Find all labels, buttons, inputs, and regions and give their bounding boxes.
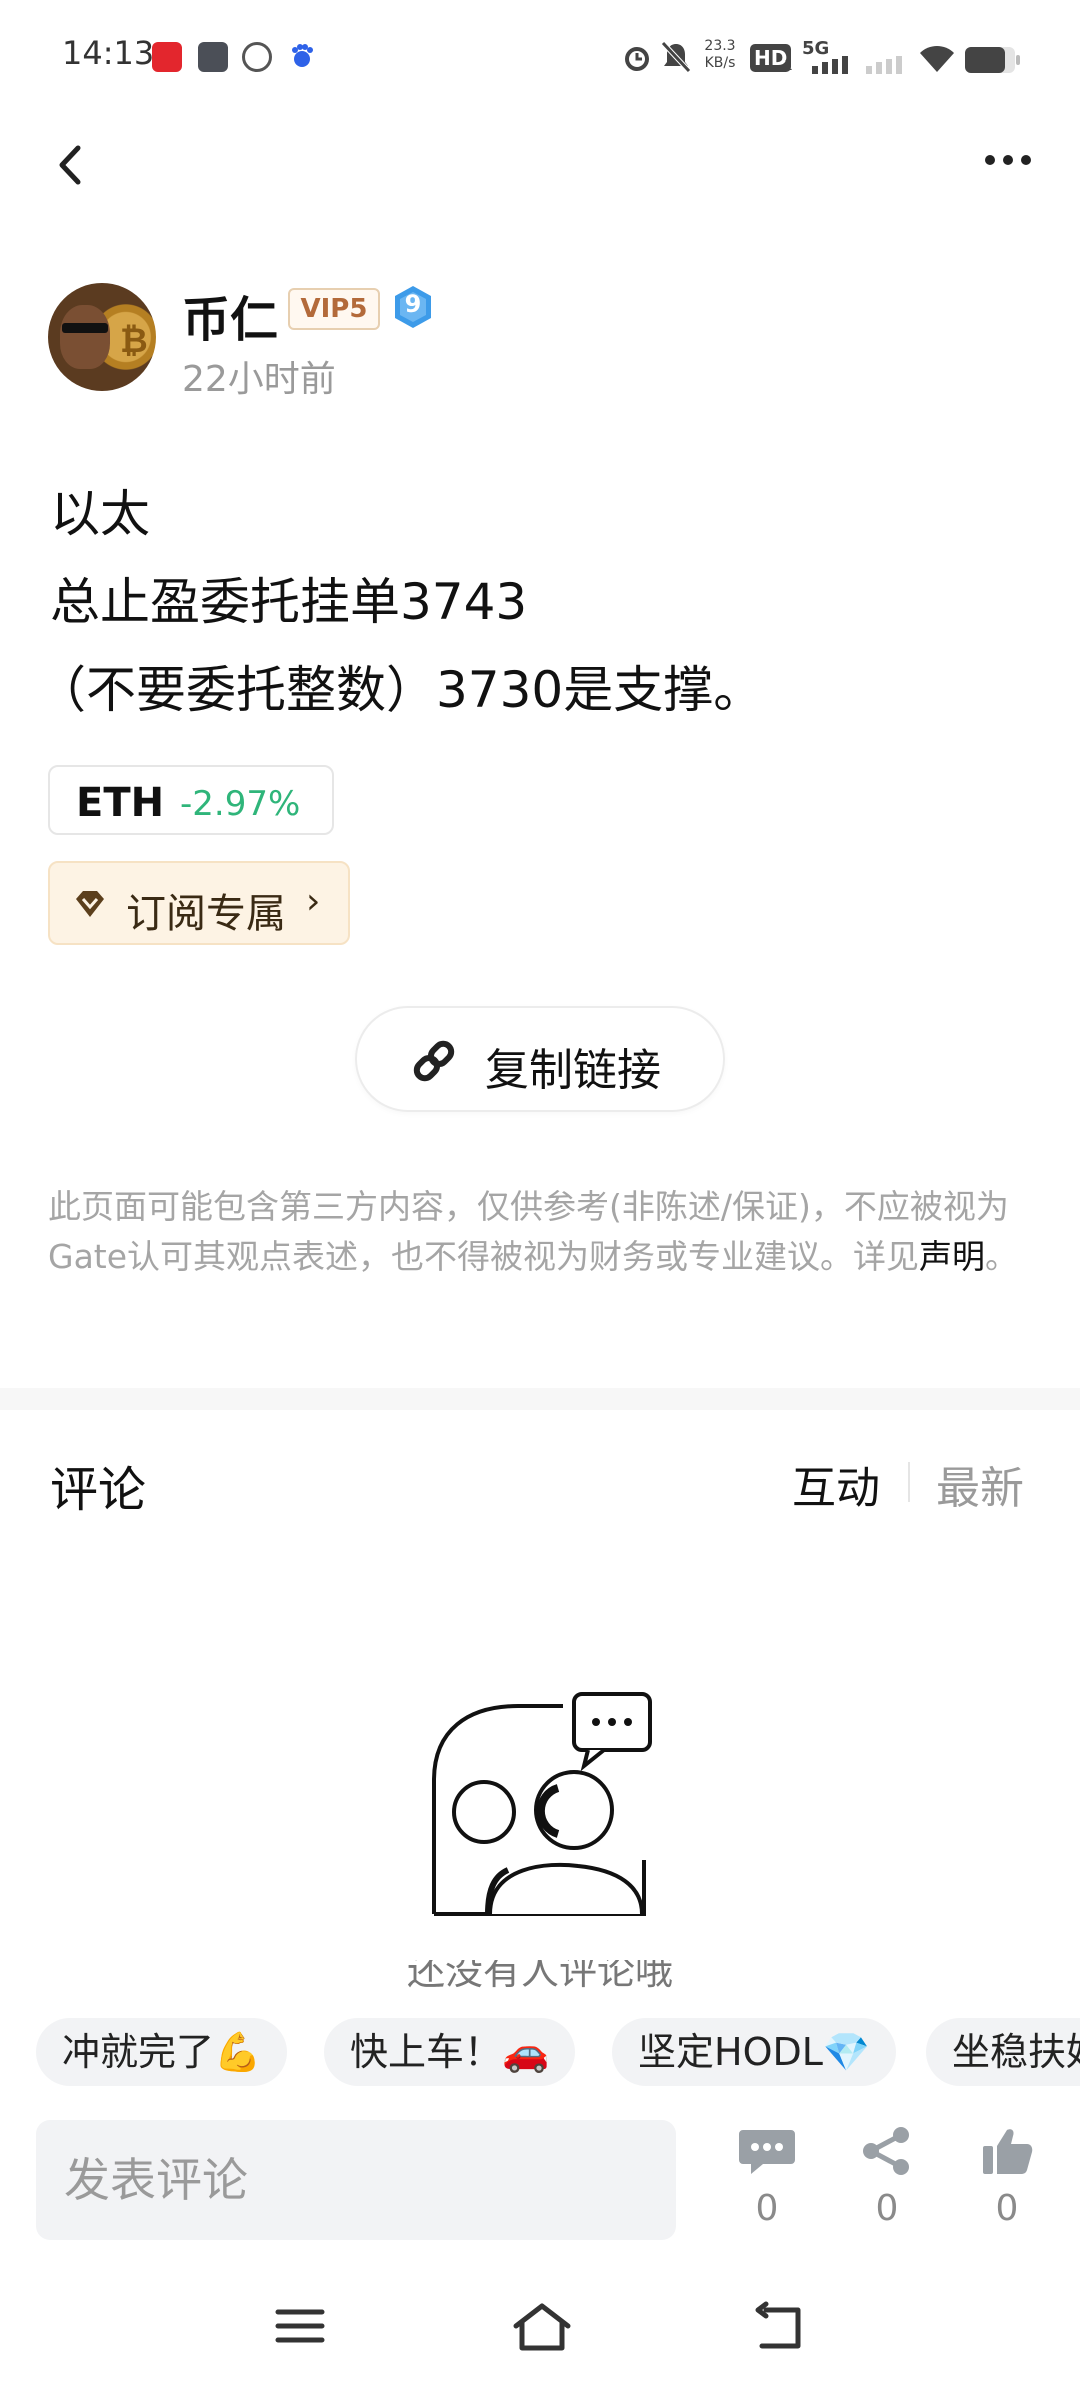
tab-interaction[interactable]: 互动 — [792, 1452, 880, 1516]
post-time: 22小时前 — [182, 359, 336, 400]
menu-icon — [275, 2309, 325, 2343]
post-line: 以太 — [50, 485, 150, 543]
disclaimer-text: 此页面可能包含第三方内容，仅供参考(非陈述/保证)，不应被视为Gate认可其观点… — [48, 1187, 1009, 1276]
share-count: 0 — [875, 2188, 899, 2229]
more-button[interactable] — [985, 150, 1040, 176]
disclaimer: 此页面可能包含第三方内容，仅供参考(非陈述/保证)，不应被视为Gate认可其观点… — [48, 1182, 1033, 1282]
app-card-icon — [198, 42, 228, 72]
subscription-exclusive-button[interactable]: 订阅专属 › — [48, 861, 350, 945]
comment-icon — [739, 2130, 795, 2174]
share-icon — [863, 2127, 909, 2175]
link-icon — [413, 1040, 455, 1082]
tab-separator — [908, 1462, 910, 1502]
signal-icon — [812, 56, 852, 78]
post-content: 以太 总止盈委托挂单3743 （不要委托整数）3730是支撑。 — [36, 470, 763, 734]
signal-2-icon — [866, 56, 906, 78]
return-icon — [755, 2301, 801, 2349]
empty-comments-text-clip: 还没有人评论哦 — [0, 1960, 1080, 1990]
vip-badge: VIP5 — [288, 288, 380, 330]
home-icon — [513, 2303, 571, 2351]
section-divider — [0, 1388, 1080, 1410]
post-line: （不要委托整数）3730是支撑。 — [36, 661, 764, 719]
more-dots-icon — [985, 155, 995, 165]
chevron-left-icon — [59, 145, 81, 185]
wifi-icon — [918, 44, 956, 78]
tab-latest[interactable]: 最新 — [936, 1452, 1024, 1516]
net-speed-unit: KB/s — [704, 55, 736, 71]
status-bar: 14:13 23.3 KB/s HD 1 5G — [0, 0, 1080, 110]
back-button[interactable] — [52, 140, 92, 190]
share-button[interactable]: 0 — [852, 2126, 922, 2236]
avatar[interactable]: ₿ — [48, 283, 156, 391]
ticker-symbol: ETH — [76, 780, 165, 826]
empty-comments-text: 还没有人评论哦 — [406, 1960, 673, 1990]
disclaimer-end: 。 — [985, 1237, 1019, 1276]
app-leaf-icon — [242, 42, 272, 72]
level-number: 9 — [404, 290, 422, 318]
battery-icon — [964, 46, 1022, 78]
hd-sub: 1 — [784, 58, 793, 74]
empty-comments-illustration — [428, 1690, 656, 1920]
status-time: 14:13 — [62, 34, 155, 72]
quick-reply-chip[interactable]: 冲就完了💪 — [36, 2018, 288, 2086]
diamond-icon — [76, 891, 104, 917]
post-line: 总止盈委托挂单3743 — [50, 573, 528, 631]
thumbs-up-icon — [983, 2129, 1033, 2174]
statement-link[interactable]: 声明 — [919, 1237, 985, 1276]
app-red-icon — [152, 42, 182, 72]
comment-count-button[interactable]: 0 — [732, 2126, 802, 2236]
quick-reply-clip: 坐稳扶好 — [926, 2018, 1080, 2086]
mute-icon — [660, 40, 692, 78]
comment-input[interactable] — [36, 2120, 676, 2240]
level-badge: 9 — [390, 284, 436, 330]
baidu-icon — [288, 42, 316, 70]
quick-reply-chip[interactable]: 坐稳扶好 — [926, 2018, 1080, 2086]
alarm-icon — [620, 40, 654, 78]
quick-reply-chip[interactable]: 快上车！🚗 — [324, 2018, 576, 2086]
subscription-label: 订阅专属 — [126, 891, 286, 937]
home-nav-button[interactable] — [512, 2300, 571, 2354]
net-speed-value: 23.3 — [704, 38, 736, 54]
like-button[interactable]: 0 — [972, 2126, 1042, 2236]
like-count: 0 — [995, 2188, 1019, 2229]
chevron-right-icon: › — [306, 881, 321, 922]
back-nav-button[interactable] — [752, 2300, 806, 2354]
bitcoin-icon: ₿ — [120, 321, 148, 361]
net-speed: 23.3 KB/s — [700, 38, 740, 72]
comment-count: 0 — [755, 2188, 779, 2229]
copy-link-button[interactable]: 复制链接 — [355, 1006, 725, 1112]
ticker-change: -2.97% — [180, 784, 301, 824]
comments-title: 评论 — [50, 1462, 147, 1518]
ticker-tag[interactable]: ETH -2.97% — [48, 765, 334, 835]
menu-nav-button[interactable] — [274, 2300, 328, 2354]
copy-link-label: 复制链接 — [485, 1045, 661, 1096]
author-name[interactable]: 币仁 — [182, 280, 278, 350]
quick-reply-chip[interactable]: 坚定HODL💎 — [612, 2018, 897, 2086]
